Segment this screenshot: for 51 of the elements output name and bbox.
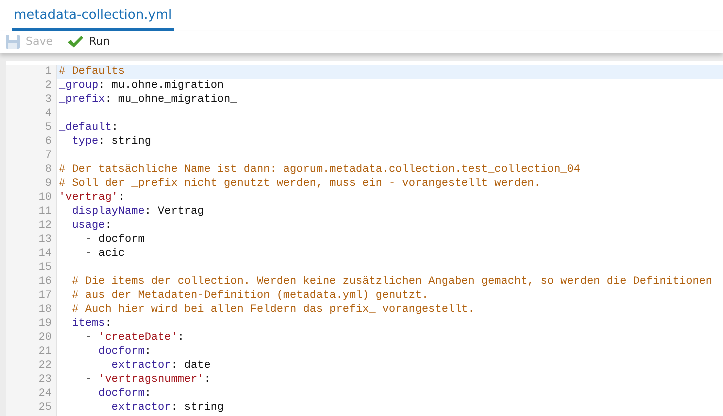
code-line: docform: — [98, 388, 152, 400]
line-number: 3 — [45, 94, 52, 106]
code-line: # Defaults — [59, 66, 126, 78]
line-number: 20 — [38, 332, 52, 344]
line-number: 10 — [38, 192, 52, 204]
line-number: 24 — [38, 388, 52, 400]
code-line: 'vertrag': — [59, 192, 126, 204]
code-line: docform: — [98, 346, 152, 358]
code-line: usage: — [71, 220, 112, 232]
code-line: - 'createDate': — [84, 332, 184, 344]
line-number: 18 — [38, 304, 52, 316]
file-tab[interactable]: metadata-collection.yml — [12, 6, 174, 31]
line-number: 8 — [45, 164, 52, 176]
code-line: _group: mu.ohne.migration — [59, 80, 224, 92]
run-button[interactable]: Run — [65, 34, 112, 50]
code-line: _prefix: mu_ohne_migration_ — [59, 94, 238, 106]
code-line: displayName: Vertrag — [71, 206, 204, 218]
line-number: 19 — [38, 318, 52, 330]
code-line: items: — [71, 318, 112, 330]
code-line: type: string — [71, 136, 152, 148]
code-line: _default: — [59, 122, 118, 134]
line-number: 14 — [38, 248, 52, 260]
code-line: extractor: string — [110, 402, 224, 414]
line-number: 25 — [38, 402, 52, 414]
line-number: 22 — [38, 360, 52, 372]
code-line: # Auch hier wird bei allen Feldern das prefix_ vorangestellt. — [71, 304, 475, 316]
line-number: 16 — [38, 276, 52, 288]
line-number: 5 — [45, 122, 52, 134]
line-number: 11 — [38, 206, 52, 218]
line-number: 15 — [38, 262, 52, 274]
code-line: - docform — [84, 234, 145, 246]
code-line: extractor: date — [110, 360, 211, 372]
line-number: 12 — [38, 220, 52, 232]
save-icon — [5, 34, 21, 50]
code-line: # Der tatsächliche Name ist dann: agorum.metadata.collection.test_collection_04 — [59, 164, 580, 176]
line-number: 9 — [45, 178, 52, 190]
code-line: # Die items der collection. Werden keine zusätzlichen Angaben gemacht, so werden die Definitionen — [71, 276, 713, 288]
line-number: 2 — [45, 80, 52, 92]
line-number: 17 — [38, 290, 52, 302]
code-line: # aus der Metadaten-Definition (metadata.yml) genutzt. — [71, 290, 429, 302]
line-number: 7 — [45, 150, 52, 162]
line-number: 6 — [45, 136, 52, 148]
line-number: 13 — [38, 234, 52, 246]
code-line: - 'vertragsnummer': — [84, 374, 211, 386]
line-number: 23 — [38, 374, 52, 386]
line-number: 4 — [45, 108, 52, 120]
line-number: 1 — [45, 66, 52, 78]
check-icon — [67, 35, 84, 49]
code-line: - acic — [84, 248, 126, 260]
line-number: 21 — [38, 346, 52, 358]
code-line: # Soll der _prefix nicht genutzt werden, muss ein - vorangestellt werden. — [59, 178, 541, 190]
